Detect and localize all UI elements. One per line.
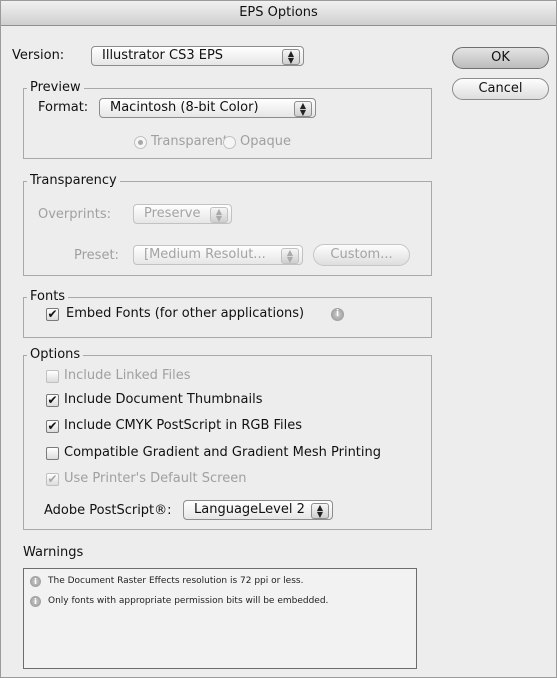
postscript-select[interactable]: LanguageLevel 2 ▲ ▼ — [183, 500, 333, 520]
version-label: Version: — [12, 48, 65, 63]
overprints-select[interactable]: Preserve ▲ ▼ — [133, 204, 232, 224]
warnings-box: i The Document Raster Effects resolution… — [23, 568, 417, 669]
warning-text: The Document Raster Effects resolution i… — [48, 576, 304, 586]
info-icon: i — [30, 596, 41, 607]
warnings-title: Warnings — [23, 545, 84, 560]
fonts-title: Fonts — [27, 289, 69, 304]
popup-arrows-icon: ▲ ▼ — [282, 49, 300, 65]
preset-select-value: [Medium Resolut... — [144, 247, 266, 262]
overprints-select-value: Preserve — [144, 206, 201, 221]
version-select[interactable]: Illustrator CS3 EPS ▲ ▼ — [91, 46, 304, 66]
format-label: Format: — [38, 100, 89, 115]
popup-arrows-icon: ▲ ▼ — [294, 101, 312, 117]
compatible-gradient-checkbox[interactable] — [46, 447, 59, 460]
include-cmyk-checkbox[interactable]: ✔ — [46, 420, 59, 433]
radio-opaque-label: Opaque — [240, 134, 291, 149]
info-icon: i — [331, 308, 344, 321]
radio-opaque[interactable] — [223, 136, 236, 149]
info-icon: i — [30, 576, 41, 587]
radio-dot-icon — [138, 140, 143, 145]
version-select-value: Illustrator CS3 EPS — [102, 48, 224, 63]
custom-button[interactable]: Custom... — [313, 244, 410, 266]
embed-fonts-label: Embed Fonts (for other applications) — [66, 306, 305, 321]
preview-title: Preview — [27, 80, 84, 95]
include-cmyk-label: Include CMYK PostScript in RGB Files — [64, 418, 303, 433]
options-title: Options — [27, 347, 84, 362]
radio-transparent[interactable] — [134, 136, 147, 149]
postscript-label: Adobe PostScript®: — [44, 503, 172, 518]
postscript-select-value: LanguageLevel 2 — [194, 502, 305, 517]
use-printer-screen-checkbox[interactable]: ✔ — [46, 473, 59, 486]
popup-arrows-icon: ▲ ▼ — [311, 503, 329, 519]
warning-text: Only fonts with appropriate permission b… — [48, 596, 329, 606]
include-linked-label: Include Linked Files — [64, 368, 191, 383]
radio-transparent-label: Transparent — [151, 134, 228, 149]
preset-select[interactable]: [Medium Resolut... ▲ ▼ — [133, 245, 303, 265]
cancel-button[interactable]: Cancel — [452, 78, 549, 100]
popup-arrows-icon: ▲ ▼ — [281, 248, 299, 264]
format-select[interactable]: Macintosh (8-bit Color) ▲ ▼ — [99, 98, 316, 118]
overprints-label: Overprints: — [38, 207, 111, 222]
window-title: EPS Options — [1, 1, 556, 26]
preset-label: Preset: — [74, 248, 119, 263]
format-select-value: Macintosh (8-bit Color) — [110, 100, 259, 115]
include-linked-checkbox[interactable] — [46, 370, 59, 383]
ok-button[interactable]: OK — [452, 47, 549, 69]
embed-fonts-checkbox[interactable]: ✔ — [46, 308, 59, 321]
include-thumbnails-checkbox[interactable]: ✔ — [46, 394, 59, 407]
compatible-gradient-label: Compatible Gradient and Gradient Mesh Pr… — [64, 445, 382, 460]
popup-arrows-icon: ▲ ▼ — [210, 207, 228, 223]
eps-options-dialog: EPS Options Version: Illustrator CS3 EPS… — [0, 0, 557, 678]
use-printer-screen-label: Use Printer's Default Screen — [64, 471, 247, 486]
include-thumbnails-label: Include Document Thumbnails — [64, 392, 263, 407]
transparency-title: Transparency — [27, 173, 120, 188]
